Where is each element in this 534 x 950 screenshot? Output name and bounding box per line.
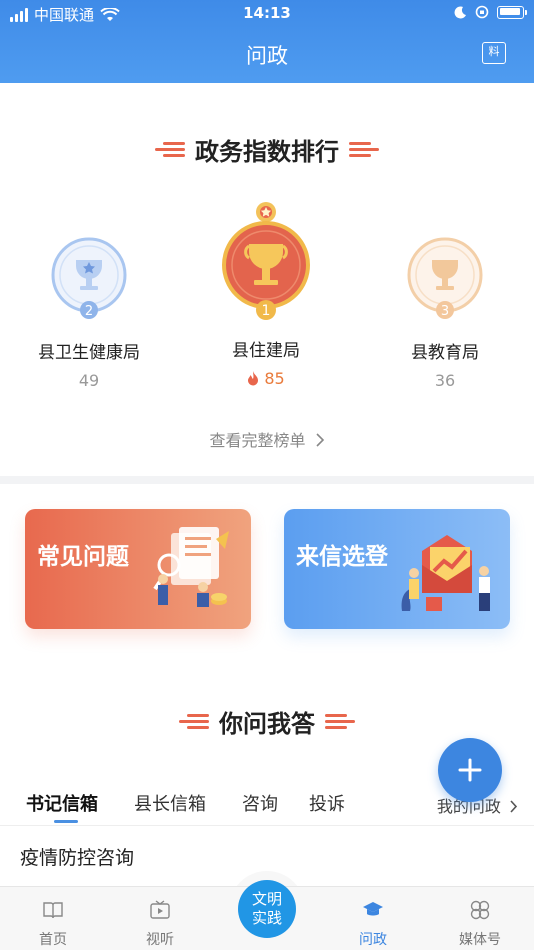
view-full-ranking-link[interactable]: 查看完整榜单 <box>0 427 534 451</box>
plus-icon <box>458 758 482 782</box>
faq-card[interactable]: 常见问题 <box>25 509 251 629</box>
rank-item-2[interactable]: 2 县卫生健康局 49 <box>9 234 169 390</box>
title-decoration-left <box>155 142 185 157</box>
clover-icon <box>470 900 490 920</box>
bronze-medal-icon: 3 <box>407 237 483 319</box>
tab-consult[interactable]: 咨询 <box>242 790 278 816</box>
tabbar-label: 问政 <box>359 932 387 948</box>
rank-score: 85 <box>264 369 285 388</box>
rank-item-1[interactable]: 1 县住建局 85 <box>186 198 346 388</box>
qa-title: 你问我答 <box>0 704 534 739</box>
tab-complaint[interactable]: 投诉 <box>309 790 345 816</box>
ranking-title-text: 政务指数排行 <box>195 138 339 166</box>
tabs-divider <box>0 825 534 826</box>
rank-score-hot: 85 <box>186 369 346 388</box>
center-label-line2: 实践 <box>251 909 282 927</box>
tabbar-item-home[interactable]: 首页 <box>13 899 93 949</box>
title-decoration-right <box>349 142 379 157</box>
rotation-lock-icon <box>475 5 489 19</box>
center-label-line1: 文明 <box>251 890 282 908</box>
tv-icon <box>150 900 170 919</box>
ranking-title: 政务指数排行 <box>0 132 534 167</box>
book-icon <box>43 902 63 919</box>
graduation-cap-icon <box>363 902 383 916</box>
silver-medal-icon: 2 <box>51 237 127 319</box>
tab-county-head-mailbox[interactable]: 县长信箱 <box>134 790 206 816</box>
rank-name: 县住建局 <box>232 341 300 361</box>
fire-icon <box>248 371 259 386</box>
view-full-ranking-label: 查看完整榜单 <box>209 431 306 450</box>
rank-number-1: 1 <box>262 303 271 319</box>
section-divider <box>0 476 534 484</box>
faq-card-label: 常见问题 <box>37 544 129 570</box>
gold-medal-icon: 1 <box>222 202 310 320</box>
rank-number-2: 2 <box>85 304 93 319</box>
active-tab-indicator <box>54 820 78 823</box>
app-header: 中国联通 14:13 问政 料 <box>0 0 534 83</box>
title-decoration-right <box>325 714 355 729</box>
tabbar-label: 视听 <box>146 932 174 948</box>
rank-name: 县卫生健康局 <box>38 343 140 363</box>
chevron-right-icon <box>510 800 518 813</box>
battery-icon <box>497 5 527 19</box>
report-icon[interactable]: 料 <box>482 42 506 64</box>
add-question-button[interactable] <box>438 738 502 802</box>
title-decoration-left <box>179 714 209 729</box>
letters-card[interactable]: 来信选登 <box>284 509 510 629</box>
letters-illustration <box>401 535 490 611</box>
letters-card-label: 来信选登 <box>296 544 388 570</box>
rank-score: 36 <box>434 371 456 390</box>
civilization-practice-button[interactable]: 文明 实践 <box>238 880 296 938</box>
rank-name: 县教育局 <box>411 343 479 363</box>
qa-title-text: 你问我答 <box>219 710 315 738</box>
tabbar-label: 首页 <box>39 932 67 948</box>
chevron-right-icon <box>315 433 324 447</box>
tabbar-item-wenzheng[interactable]: 问政 <box>333 899 413 949</box>
rank-item-3[interactable]: 3 县教育局 36 <box>365 234 525 390</box>
tabbar-item-video[interactable]: 视听 <box>120 899 200 949</box>
faq-illustration <box>153 527 229 607</box>
rank-score: 49 <box>78 371 100 390</box>
tabbar-label: 媒体号 <box>459 932 501 948</box>
status-bar: 中国联通 14:13 <box>0 0 534 28</box>
rank-number-3: 3 <box>441 304 449 319</box>
list-item[interactable]: 疫情防控咨询 <box>20 843 134 870</box>
page-title: 问政 <box>246 44 288 68</box>
tabbar-item-media[interactable]: 媒体号 <box>440 899 520 949</box>
moon-icon <box>454 5 466 18</box>
tab-secretary-mailbox[interactable]: 书记信箱 <box>26 790 98 816</box>
